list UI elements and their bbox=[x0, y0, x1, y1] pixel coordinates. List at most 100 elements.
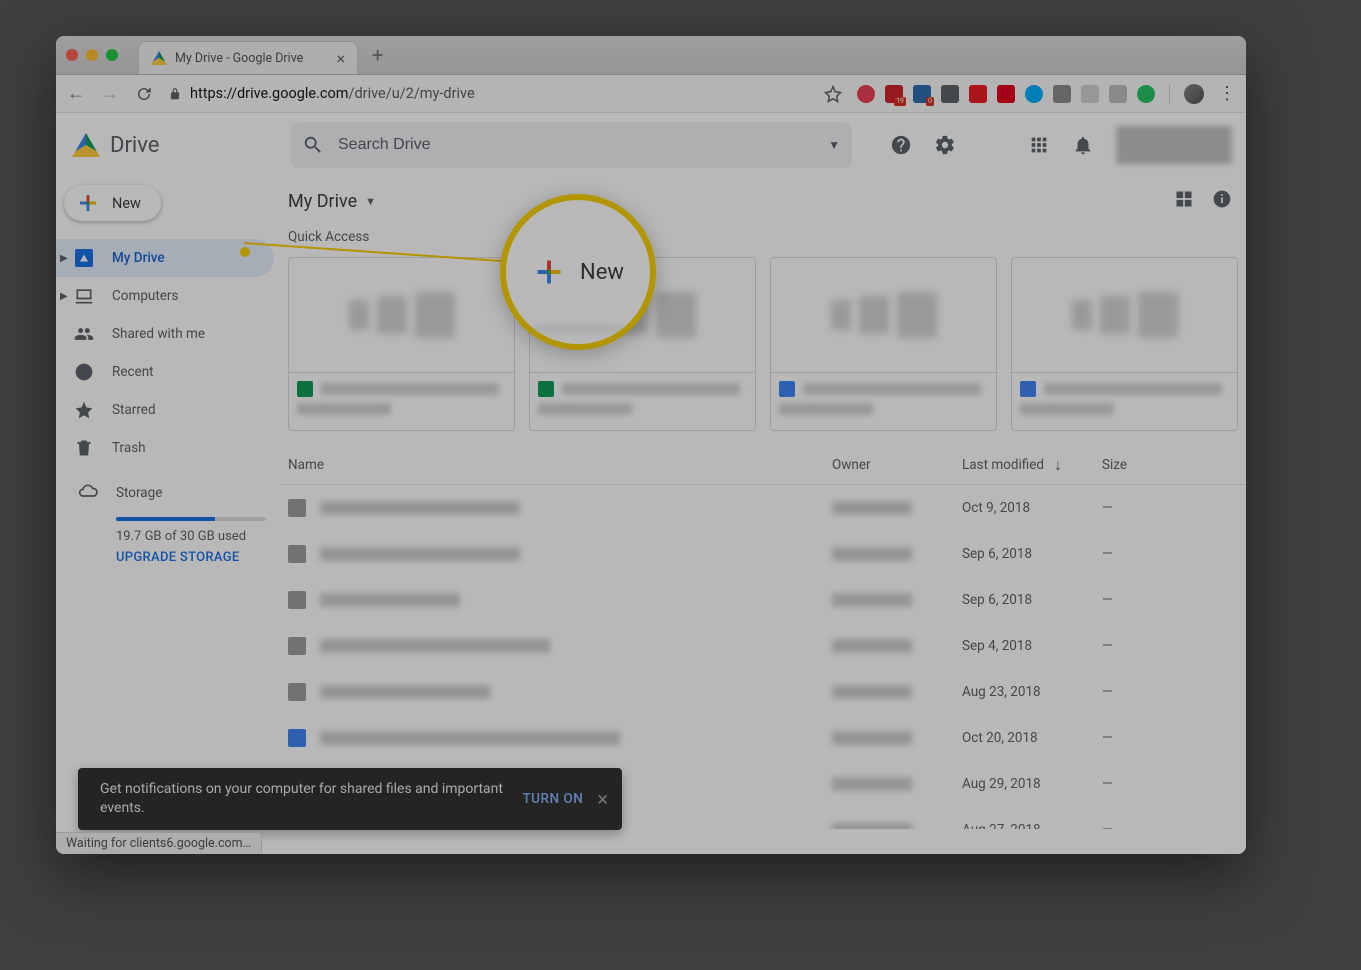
extension-circle-blue-icon[interactable] bbox=[1025, 85, 1043, 103]
file-owner bbox=[832, 777, 912, 791]
account-switcher[interactable] bbox=[1116, 126, 1232, 164]
file-size: — bbox=[1102, 730, 1232, 746]
sidebar-item-trash[interactable]: Trash bbox=[56, 429, 274, 467]
nav-back-button[interactable]: ← bbox=[66, 83, 86, 104]
chrome-menu-button[interactable]: ⋮ bbox=[1218, 83, 1236, 104]
callout-magnifier: New bbox=[500, 194, 656, 350]
sidebar-item-label: Starred bbox=[112, 402, 156, 418]
file-size: — bbox=[1102, 546, 1232, 562]
quick-access-card[interactable] bbox=[1011, 257, 1238, 431]
sidebar-item-recent[interactable]: Recent bbox=[56, 353, 274, 391]
drive-logo[interactable]: Drive bbox=[72, 133, 282, 158]
close-window-button[interactable] bbox=[66, 49, 78, 61]
table-row[interactable]: Oct 20, 2018— bbox=[280, 715, 1246, 761]
file-name bbox=[320, 501, 520, 515]
column-size[interactable]: Size bbox=[1102, 457, 1232, 473]
apps-grid-button[interactable] bbox=[1028, 134, 1050, 156]
quick-access-card[interactable] bbox=[770, 257, 997, 431]
maximize-window-button[interactable] bbox=[106, 49, 118, 61]
file-owner bbox=[832, 731, 912, 745]
sidebar-item-label: Computers bbox=[112, 288, 178, 304]
notification-toast: Get notifications on your computer for s… bbox=[78, 768, 622, 830]
extension-plus-ext-icon[interactable] bbox=[1109, 85, 1127, 103]
tab-title: My Drive - Google Drive bbox=[175, 51, 303, 66]
column-name[interactable]: Name bbox=[288, 457, 832, 473]
sidebar-item-label: Trash bbox=[112, 440, 146, 456]
nav-forward-button[interactable]: → bbox=[100, 83, 120, 104]
search-input[interactable] bbox=[338, 136, 814, 154]
profile-avatar-icon[interactable] bbox=[1184, 84, 1204, 104]
new-tab-button[interactable]: + bbox=[358, 43, 397, 67]
quick-access-row bbox=[280, 257, 1246, 445]
url-field[interactable]: https://drive.google.com/drive/u/2/my-dr… bbox=[168, 85, 809, 102]
reload-button[interactable] bbox=[134, 85, 154, 103]
table-row[interactable]: Sep 4, 2018— bbox=[280, 623, 1246, 669]
titlebar: My Drive - Google Drive × + bbox=[56, 36, 1246, 75]
extension-dot-green-icon[interactable] bbox=[1137, 85, 1155, 103]
file-size: — bbox=[1102, 776, 1232, 792]
close-tab-icon[interactable]: × bbox=[336, 49, 345, 68]
file-modified: Sep 4, 2018 bbox=[962, 638, 1102, 654]
file-type-icon bbox=[288, 683, 306, 701]
cloud-icon bbox=[78, 481, 98, 505]
help-button[interactable] bbox=[890, 134, 912, 156]
file-modified: Sep 6, 2018 bbox=[962, 592, 1102, 608]
extension-pinterest-icon[interactable] bbox=[997, 85, 1015, 103]
drive-header: Drive ▼ bbox=[56, 113, 1246, 177]
plus-icon bbox=[532, 255, 566, 289]
column-owner[interactable]: Owner bbox=[832, 457, 962, 473]
file-owner bbox=[832, 547, 912, 561]
extension-pocket-icon[interactable] bbox=[857, 85, 875, 103]
extension-cast-icon[interactable] bbox=[941, 85, 959, 103]
file-modified: Aug 27, 2018 bbox=[962, 822, 1102, 829]
new-button[interactable]: New bbox=[64, 185, 161, 221]
file-size: — bbox=[1102, 500, 1232, 516]
sidebar-item-label: Shared with me bbox=[112, 326, 205, 342]
recent-icon bbox=[74, 362, 94, 382]
bookmark-star-icon[interactable] bbox=[823, 85, 843, 103]
details-button[interactable] bbox=[1212, 189, 1232, 213]
toast-text: Get notifications on your computer for s… bbox=[100, 780, 508, 818]
grid-view-button[interactable] bbox=[1174, 189, 1194, 213]
extension-ext-red-icon[interactable]: 19 bbox=[885, 85, 903, 103]
extension-feather-icon[interactable] bbox=[1081, 85, 1099, 103]
file-owner bbox=[832, 593, 912, 607]
settings-button[interactable] bbox=[934, 134, 956, 156]
search-icon bbox=[302, 134, 324, 156]
quick-access-card[interactable] bbox=[288, 257, 515, 431]
extension-opera-icon[interactable] bbox=[969, 85, 987, 103]
toast-turn-on-button[interactable]: TURN ON bbox=[522, 791, 583, 807]
table-row[interactable]: Oct 9, 2018— bbox=[280, 485, 1246, 531]
column-modified[interactable]: Last modified ↓ bbox=[962, 455, 1102, 475]
sidebar-item-shared[interactable]: Shared with me bbox=[56, 315, 274, 353]
breadcrumb[interactable]: My Drive ▼ bbox=[288, 191, 376, 212]
search-box[interactable]: ▼ bbox=[290, 122, 852, 168]
upgrade-storage-link[interactable]: UPGRADE STORAGE bbox=[116, 550, 280, 565]
file-type-icon bbox=[288, 637, 306, 655]
sidebar-item-starred[interactable]: Starred bbox=[56, 391, 274, 429]
sidebar: New ▶My Drive▶ComputersShared with meRec… bbox=[56, 177, 280, 854]
header-actions bbox=[890, 126, 1232, 164]
table-row[interactable]: Sep 6, 2018— bbox=[280, 531, 1246, 577]
extension-ext-blue-icon[interactable]: 0 bbox=[913, 85, 931, 103]
extension-medium-icon[interactable] bbox=[1053, 85, 1071, 103]
table-row[interactable]: Sep 6, 2018— bbox=[280, 577, 1246, 623]
storage-section: Storage 19.7 GB of 30 GB used UPGRADE ST… bbox=[56, 467, 280, 565]
sidebar-item-computers[interactable]: ▶ Computers bbox=[56, 277, 274, 315]
expand-caret-icon[interactable]: ▶ bbox=[60, 253, 68, 264]
table-row[interactable]: Aug 23, 2018— bbox=[280, 669, 1246, 715]
search-options-icon[interactable]: ▼ bbox=[828, 138, 840, 152]
extension-icons: 19 0 bbox=[857, 85, 1155, 103]
notifications-button[interactable] bbox=[1072, 134, 1094, 156]
mydrive-icon bbox=[74, 249, 94, 267]
expand-caret-icon[interactable]: ▶ bbox=[60, 291, 68, 302]
browser-tab[interactable]: My Drive - Google Drive × bbox=[138, 41, 358, 74]
minimize-window-button[interactable] bbox=[86, 49, 98, 61]
sort-arrow-down-icon: ↓ bbox=[1054, 455, 1062, 475]
file-name bbox=[320, 639, 550, 653]
lock-icon bbox=[168, 87, 182, 101]
sidebar-item-mydrive[interactable]: ▶My Drive bbox=[56, 239, 274, 277]
toast-close-icon[interactable]: × bbox=[597, 787, 608, 811]
drive-logo-icon bbox=[72, 133, 100, 157]
file-name bbox=[320, 593, 460, 607]
